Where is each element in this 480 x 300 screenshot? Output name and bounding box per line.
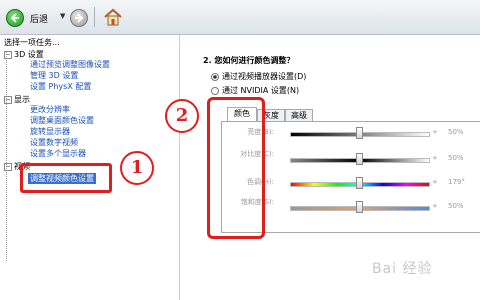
option-player-settings[interactable]: 通过视频播放器设置(D) (211, 71, 306, 82)
task-link-multi-display[interactable]: 设置多个显示器 (30, 148, 86, 159)
back-button[interactable] (6, 9, 24, 27)
collapse-icon: − (4, 50, 12, 59)
category-display-label: 显示 (14, 95, 30, 104)
task-link-rotate[interactable]: 旋转显示器 (30, 126, 70, 137)
slider-thumb-brightness[interactable] (356, 127, 363, 139)
task-link-physx[interactable]: 设置 PhysX 配置 (30, 81, 91, 92)
task-pane-title: 选择一项任务... (4, 38, 60, 47)
slider-thumb-saturation[interactable] (356, 201, 363, 213)
content-pane: 2. 您如何进行颜色调整？ 通过视频播放器设置(D) 通过 NVIDIA 设置(… (165, 35, 480, 300)
home-button[interactable] (102, 7, 124, 27)
back-label[interactable]: 后退 (30, 12, 48, 25)
task-link-digital-video[interactable]: 设置数字视频 (30, 137, 78, 148)
toolbar-separator (94, 7, 95, 27)
back-arrow-icon (10, 13, 19, 23)
collapse-icon: − (4, 162, 12, 171)
radio-unselected-icon (211, 86, 219, 95)
task-link-desktop-color[interactable]: 调整桌面颜色设置 (30, 115, 94, 126)
option-nvidia-label: 通过 NVIDIA 设置(N) (222, 86, 300, 95)
category-display[interactable]: − 显示 (4, 94, 30, 105)
slider-value-brightness: 50% (448, 128, 464, 136)
plus-icon: + (432, 202, 438, 210)
plus-icon: + (432, 154, 438, 162)
slider-value-contrast: 50% (448, 154, 464, 162)
home-icon (104, 8, 122, 26)
radio-selected-icon (211, 72, 219, 81)
annotation-marker-1: 1 (120, 151, 154, 185)
watermark: Bai 经验 (372, 261, 433, 277)
option-player-label: 通过视频播放器设置(D) (222, 72, 307, 81)
annotation-highlight-2 (207, 97, 265, 239)
slider-thumb-hue[interactable] (356, 177, 363, 189)
option-nvidia-settings[interactable]: 通过 NVIDIA 设置(N) (211, 85, 299, 96)
forward-button[interactable] (70, 9, 88, 27)
question-heading: 2. 您如何进行颜色调整？ (203, 56, 295, 65)
annotation-marker-2: 2 (165, 99, 199, 133)
forward-arrow-icon (75, 13, 84, 23)
task-link-resolution[interactable]: 更改分辨率 (30, 104, 70, 115)
task-pane: 选择一项任务... −3D 设置 通过预览调整图像设置 管理 3D 设置 设置 … (0, 35, 180, 300)
plus-icon: + (432, 178, 438, 186)
slider-value-hue: 179° (448, 178, 465, 186)
slider-thumb-contrast[interactable] (356, 153, 363, 165)
plus-icon: + (432, 128, 438, 136)
slider-value-saturation: 50% (448, 202, 464, 210)
toolbar: 后退 ▼ (0, 0, 480, 35)
annotation-highlight-1 (20, 163, 112, 193)
task-link-manage-3d[interactable]: 管理 3D 设置 (30, 70, 78, 81)
chevron-down-icon[interactable]: ▼ (60, 12, 65, 20)
category-3d-label: 3D 设置 (14, 50, 44, 59)
collapse-icon: − (4, 95, 12, 104)
tree-connector (6, 51, 7, 261)
task-link-preview-image[interactable]: 通过预览调整图像设置 (30, 59, 110, 70)
